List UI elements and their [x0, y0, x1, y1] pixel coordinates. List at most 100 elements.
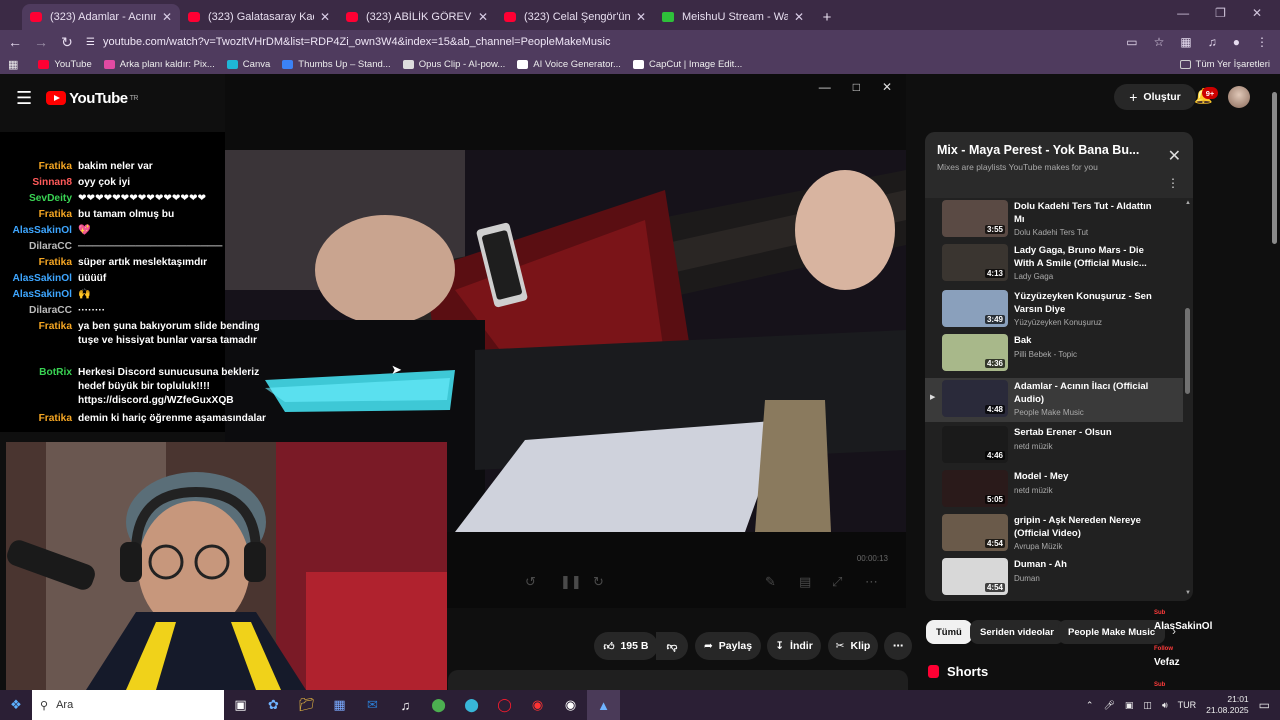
download-button[interactable]: ↧ İndir	[767, 632, 821, 660]
close-icon[interactable]: ✕	[162, 10, 172, 24]
store-icon[interactable]: ▦	[323, 690, 356, 720]
hamburger-menu-icon[interactable]: ☰	[16, 88, 32, 109]
task-view-icon[interactable]: ▣	[224, 690, 257, 720]
forward-icon[interactable]: ↻	[593, 574, 604, 590]
tray-app-icon[interactable]: ▣	[1125, 700, 1134, 711]
maximize-icon[interactable]: □	[853, 80, 860, 94]
browser-tab[interactable]: (323) Adamlar - Acının İlacı (Offi ✕	[22, 4, 180, 30]
chrome-icon[interactable]: ⬤	[422, 690, 455, 720]
volume-icon[interactable]: 🔊︎	[1162, 700, 1168, 711]
new-tab-button[interactable]: +	[812, 4, 842, 30]
like-button[interactable]: 👍︎ 195 B	[594, 632, 658, 660]
close-icon[interactable]: ✕	[794, 10, 804, 24]
star-icon[interactable]: ☆	[1154, 35, 1165, 49]
close-icon[interactable]: ✕	[882, 80, 892, 94]
pause-icon[interactable]: ❚❚	[560, 574, 582, 590]
alert-type: Sub	[1154, 682, 1166, 688]
playlist-item[interactable]: 5:05 Model - Mey netd müzik	[925, 468, 1183, 512]
close-icon[interactable]: ✕	[478, 10, 488, 24]
menu-icon[interactable]: ⋮	[1256, 35, 1268, 49]
forward-icon[interactable]: →	[28, 34, 54, 50]
browser-tab[interactable]: (323) Galatasaray Kadrosu ŞAM ✕	[180, 4, 338, 30]
apps-icon[interactable]: ▦	[8, 58, 18, 71]
playlist-scrollbar[interactable]	[1185, 308, 1190, 394]
browser-tab[interactable]: (323) ABİLİK GÖREVİ TAMAMLA ✕	[338, 4, 496, 30]
dislike-button[interactable]: 👎︎	[656, 632, 688, 660]
bookmark-item[interactable]: Canva	[226, 59, 270, 70]
more-icon[interactable]: ⋮	[1167, 176, 1179, 190]
filter-chip[interactable]: Seriden videolar	[970, 620, 1064, 644]
close-icon[interactable]: ✕	[1252, 6, 1262, 20]
playlist-item[interactable]: 3:49 Yüzyüzeyken Konuşuruz - Sen Varsın D…	[925, 288, 1183, 332]
bookmark-item[interactable]: YouTube	[38, 59, 92, 70]
bookmark-item[interactable]: CapCut | Image Edit...	[632, 59, 742, 70]
cast-icon[interactable]: ▭	[1126, 35, 1137, 49]
site-info-icon[interactable]: ☰	[86, 37, 95, 48]
profile-icon[interactable]: ●	[1233, 35, 1240, 49]
browser-tab[interactable]: MeishuU Stream - Watch Live o ✕	[654, 4, 812, 30]
language-indicator[interactable]: TUR	[1178, 700, 1197, 710]
subtitles-icon[interactable]: ▤	[799, 574, 811, 590]
back-icon[interactable]: ←	[2, 34, 28, 50]
close-icon[interactable]: ✕	[1168, 146, 1181, 166]
bookmark-item[interactable]: Thumbs Up – Stand...	[282, 59, 391, 70]
all-bookmarks-link[interactable]: Tüm Yer İşaretleri	[1179, 59, 1270, 70]
restore-icon[interactable]: ❐	[1215, 6, 1226, 20]
extensions-icon[interactable]: ▦	[1180, 35, 1191, 49]
scroll-down-icon[interactable]: ▼	[1185, 590, 1191, 596]
minimize-icon[interactable]: —	[1177, 6, 1189, 20]
close-icon[interactable]: ✕	[636, 10, 646, 24]
obs-icon[interactable]: ◉	[554, 690, 587, 720]
yandex-icon[interactable]: ◉	[521, 690, 554, 720]
playlist-title[interactable]: Mix - Maya Perest - Yok Bana Bu...	[937, 143, 1147, 157]
chat-text: süper artık meslektaşımdır	[78, 257, 208, 268]
share-button[interactable]: ➦ Paylaş	[695, 632, 761, 660]
taskbar-search-box[interactable]: ⚲ Ara	[32, 690, 224, 720]
vpn-icon[interactable]: ▲	[587, 690, 620, 720]
reload-icon[interactable]: ↻	[54, 34, 80, 51]
windows-start-icon[interactable]: ❖	[0, 697, 32, 713]
rewind-icon[interactable]: ↺	[525, 574, 536, 590]
playlist-item[interactable]: 3:55 Dolu Kadehi Ters Tut - Aldattın Mı Do…	[925, 198, 1183, 242]
playlist-item[interactable]: 4:13 Lady Gaga, Bruno Mars - Die With A S…	[925, 242, 1183, 286]
outlook-icon[interactable]: ✉	[356, 690, 389, 720]
more-actions-button[interactable]: ⋯	[884, 632, 912, 660]
edge-icon[interactable]: ⬤	[455, 690, 488, 720]
opera-icon[interactable]: ◯	[488, 690, 521, 720]
network-icon[interactable]: ◫	[1143, 700, 1152, 711]
fullscreen-icon[interactable]: ⤢	[832, 574, 842, 590]
bookmark-item[interactable]: Arka planı kaldır: Pix...	[103, 59, 215, 70]
microphone-icon[interactable]: 🎤︎	[1103, 700, 1114, 711]
copilot-icon[interactable]: ✿	[257, 690, 290, 720]
more-icon[interactable]: ⋯	[865, 574, 878, 590]
url-field[interactable]: ☰ youtube.com/watch?v=TwozltVHrDM&list=R…	[86, 31, 1126, 53]
close-icon[interactable]: ✕	[320, 10, 330, 24]
file-explorer-icon[interactable]: 📁︎	[290, 690, 323, 720]
clock[interactable]: 21:01 21.08.2025	[1206, 694, 1249, 716]
playlist-item[interactable]: 4:54 gripin - Aşk Nereden Nereye (Officia…	[925, 512, 1183, 556]
chat-message: Fratika demin ki hariç öğrenme aşamasında…	[0, 412, 450, 426]
notification-center-icon[interactable]: ▭	[1259, 698, 1270, 712]
create-button[interactable]: + Oluştur	[1114, 84, 1196, 110]
tiktok-icon[interactable]: ♫	[389, 690, 422, 720]
page-scrollbar[interactable]	[1272, 92, 1277, 244]
description-box[interactable]	[448, 670, 908, 690]
minimize-icon[interactable]: —	[819, 80, 831, 94]
youtube-logo[interactable]: YouTube TR	[46, 90, 138, 107]
clip-button[interactable]: ✂ Klip	[828, 632, 878, 660]
filter-chip[interactable]: People Make Music	[1058, 620, 1166, 644]
tab-title: MeishuU Stream - Watch Live o	[682, 11, 788, 23]
bookmark-item[interactable]: Opus Clip - AI-pow...	[402, 59, 505, 70]
scroll-up-icon[interactable]: ▲	[1185, 200, 1191, 206]
playlist-item[interactable]: ▶ 4:48 Adamlar - Acının İlacı (Official Au…	[925, 378, 1183, 422]
chevron-up-icon[interactable]: ⌃	[1086, 700, 1094, 711]
user-avatar[interactable]	[1228, 86, 1250, 108]
browser-tab[interactable]: (323) Celal Şengör'ün İmam Ha ✕	[496, 4, 654, 30]
playlist-item[interactable]: 4:46 Sertab Erener - Olsun netd müzik	[925, 424, 1183, 468]
playlist-item[interactable]: 4:54 Duman - Ah Duman	[925, 556, 1183, 600]
media-icon[interactable]: ♫	[1208, 35, 1217, 49]
filter-chip[interactable]: Tümü	[926, 620, 972, 644]
pen-icon[interactable]: ✎	[765, 574, 776, 590]
playlist-item[interactable]: 4:36 Bak Pilli Bebek - Topic	[925, 332, 1183, 376]
bookmark-item[interactable]: AI Voice Generator...	[517, 59, 621, 70]
